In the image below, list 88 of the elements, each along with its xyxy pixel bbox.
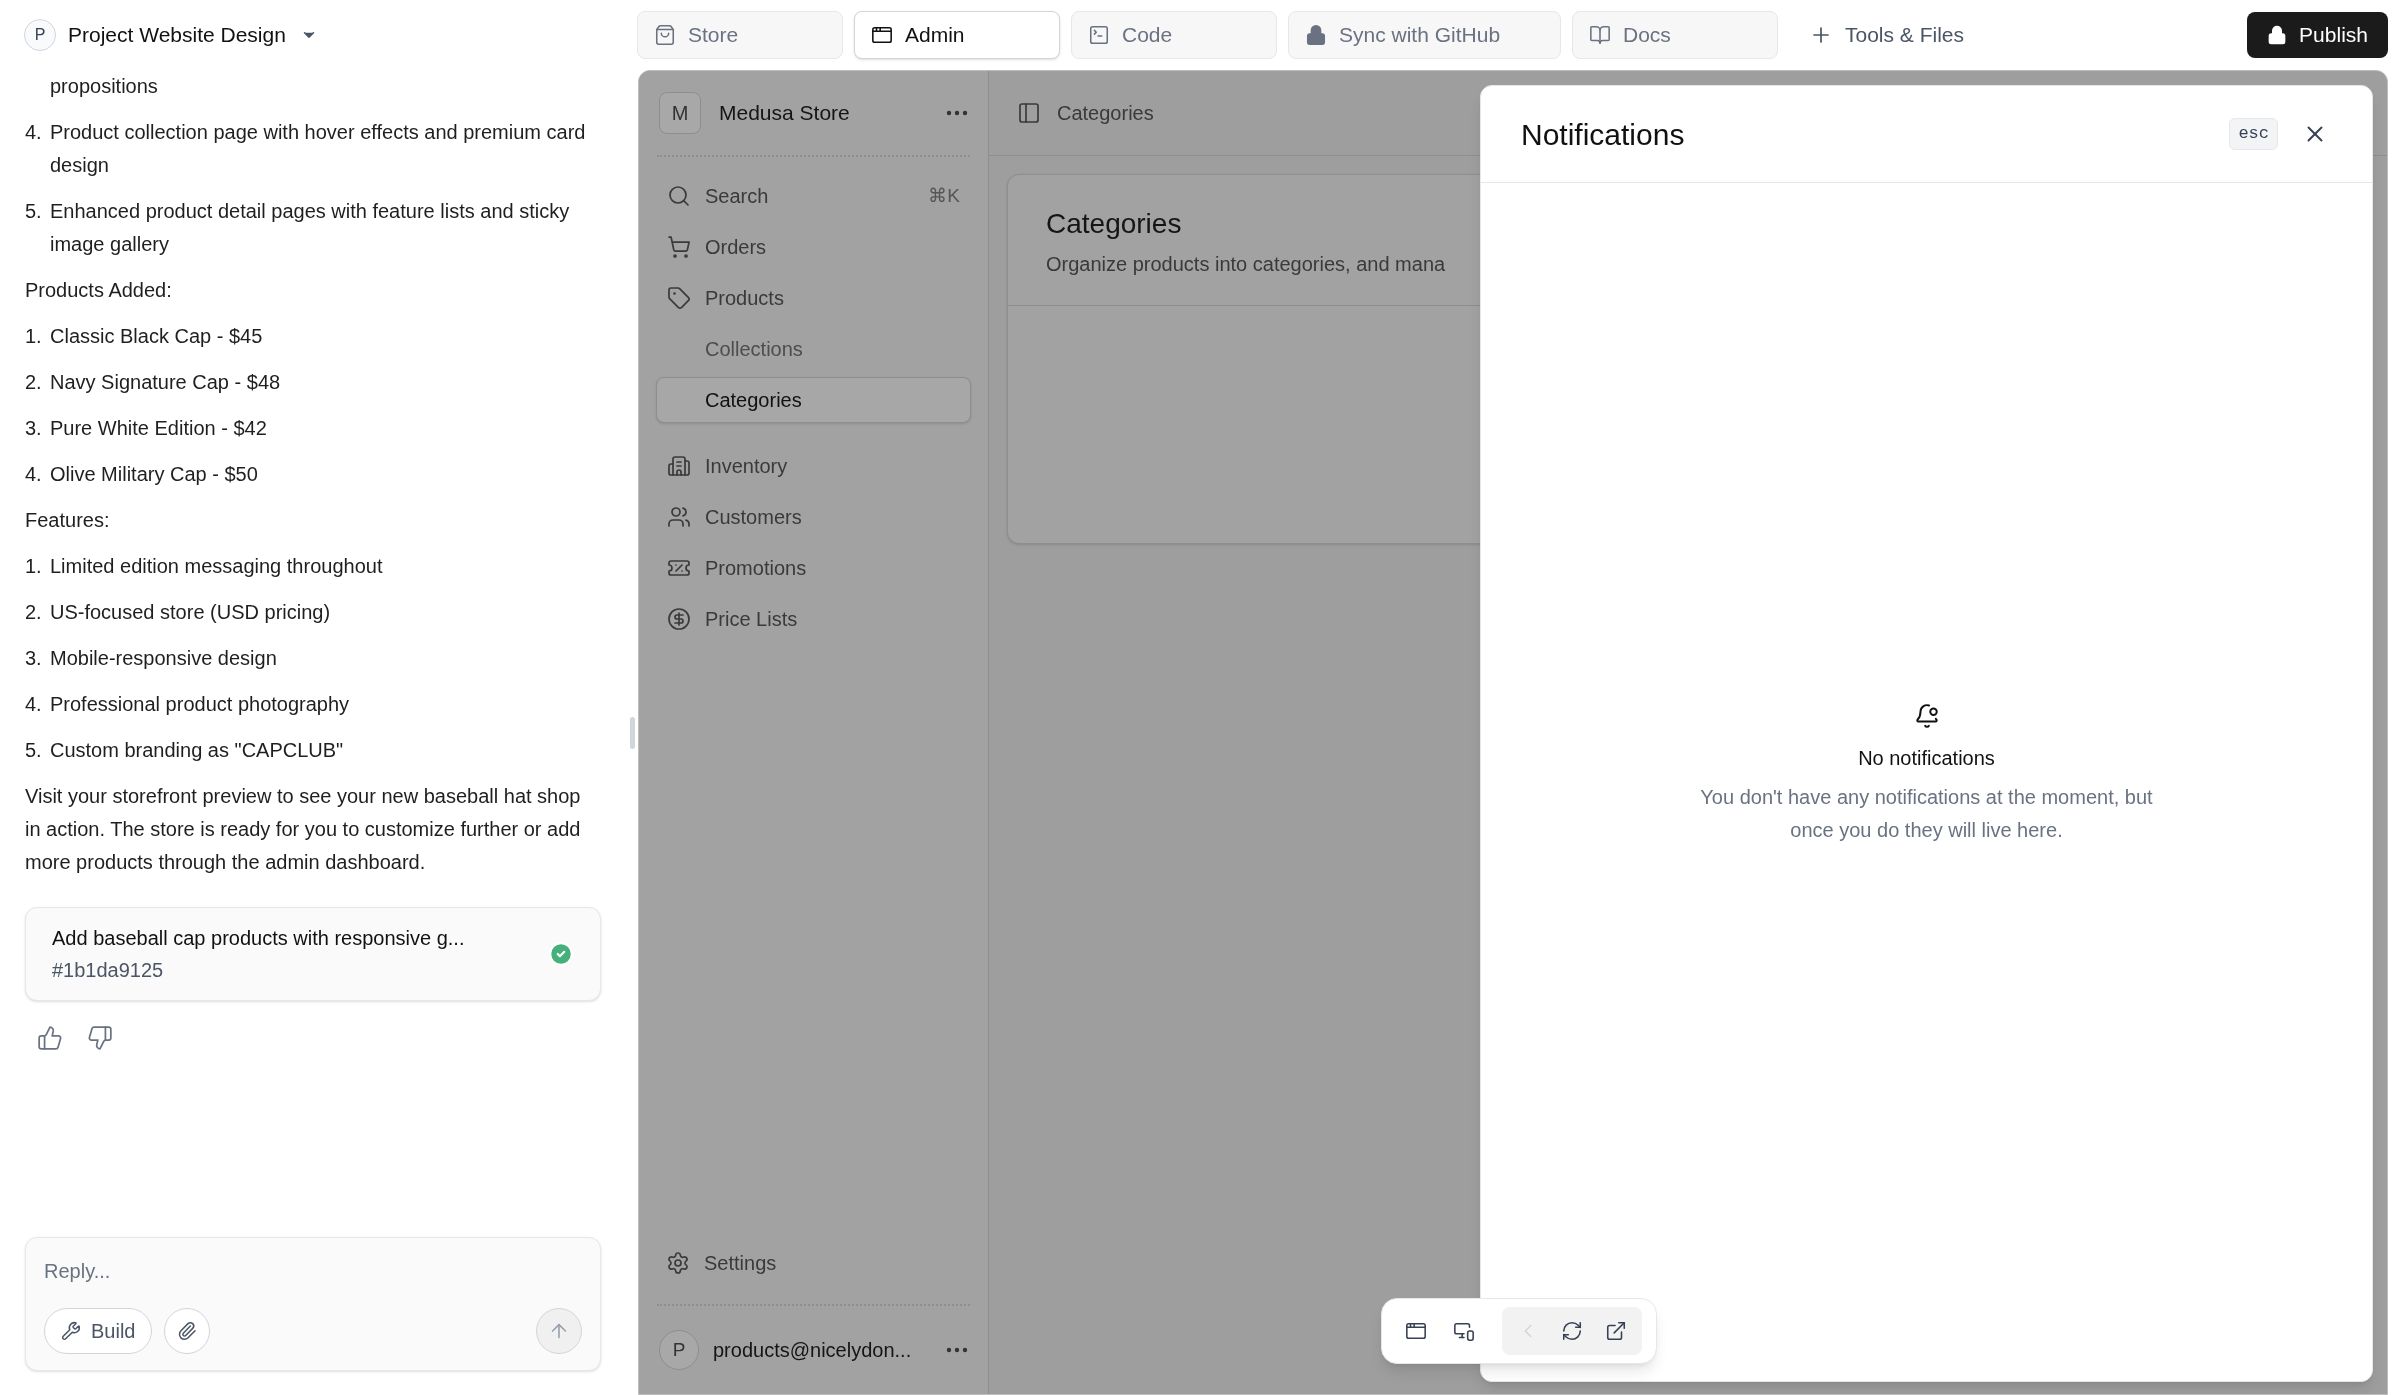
toolbar-tab[interactable]: Sync with GitHub <box>1288 11 1561 59</box>
sidebar-toggle-icon[interactable] <box>1017 101 1041 125</box>
settings-item[interactable]: Settings <box>656 1240 971 1286</box>
store-avatar: M <box>659 92 701 134</box>
list-number: 3. <box>25 646 43 671</box>
list-item-text: Professional product photography <box>50 692 350 717</box>
page-title: Categories <box>1046 207 1183 241</box>
page-subtitle: Organize products into categories, and mana <box>1046 252 1447 277</box>
empty-title: No notifications <box>1858 746 1995 771</box>
lock-icon <box>2267 25 2288 45</box>
sidebar-item[interactable]: Inventory <box>656 443 971 489</box>
list-item-text: Product collection page with hover effects and premium card design <box>50 120 587 178</box>
build-button[interactable]: Build <box>44 1308 153 1354</box>
browser-window-icon <box>1405 1320 1427 1342</box>
refresh-icon <box>1561 1320 1583 1342</box>
breadcrumb[interactable]: Categories <box>1057 98 1154 128</box>
list-item-text: Custom branding as "CAPCLUB" <box>50 738 344 763</box>
toolbar-tab[interactable]: Docs <box>1572 11 1778 59</box>
list-number: 3. <box>25 416 43 441</box>
gear-icon <box>666 1251 690 1275</box>
project-switcher[interactable]: Project Website Design <box>68 19 318 51</box>
nav-icon <box>667 454 691 478</box>
nav-icon <box>667 235 691 259</box>
account-email: products@nicelydon... <box>713 1338 913 1363</box>
list-item-text: Mobile-responsive design <box>50 646 277 671</box>
nav-icon <box>667 286 691 310</box>
resize-handle[interactable] <box>629 716 635 749</box>
project-avatar: P <box>24 19 56 51</box>
toolbar-tab[interactable]: Admin <box>854 11 1060 59</box>
nav-icon <box>667 505 691 529</box>
list-number: 5. <box>25 738 43 763</box>
sidebar-item[interactable]: Search ⌘K <box>656 173 971 219</box>
list-number: 1. <box>25 324 43 349</box>
thumbs-down-button[interactable] <box>85 1023 115 1053</box>
list-item-text: Limited edition messaging throughout <box>50 554 383 579</box>
nav-icon <box>667 184 691 208</box>
thumbs-up-icon <box>37 1025 63 1051</box>
list-number: 4. <box>25 462 43 487</box>
devices-icon <box>1453 1320 1475 1342</box>
nav-icon <box>667 607 691 631</box>
sidebar-item[interactable]: Promotions <box>656 545 971 591</box>
tab-icon <box>1589 24 1611 46</box>
sidebar-item[interactable]: Orders <box>656 224 971 270</box>
bell-icon <box>1913 703 1940 729</box>
toolbar-tab[interactable]: Code <box>1071 11 1277 59</box>
message-paragraph: Visit your storefront preview to see your new baseball hat shop in action. The store is ready for you to customize further or add more products through the admin dashboard. <box>25 784 582 875</box>
list-number: 4. <box>25 120 43 145</box>
thumbs-down-icon <box>87 1025 113 1051</box>
commit-hash: #1b1da9125 <box>52 958 165 983</box>
list-item-text: Classic Black Cap - $45 <box>50 324 263 349</box>
reply-field[interactable]: Reply... <box>44 1256 582 1286</box>
list-item-text: Enhanced product detail pages with feature lists and sticky image gallery <box>50 199 571 257</box>
section-heading: Features: <box>25 508 111 533</box>
tab-icon <box>1305 24 1327 46</box>
tab-icon <box>654 24 676 46</box>
commit-card[interactable]: Add baseball cap products with responsive g... #1b1da9125 <box>25 907 601 1001</box>
tools-files-button[interactable]: Tools & Files <box>1799 11 1975 59</box>
wrench-icon <box>61 1321 81 1341</box>
list-item-text: propositions <box>49 74 159 99</box>
publish-button[interactable]: Publish <box>2247 12 2388 58</box>
list-item-text: US-focused store (USD pricing) <box>50 600 331 625</box>
sidebar-item[interactable]: Collections <box>656 326 971 372</box>
shortcut-hint: ⌘K <box>928 183 960 208</box>
list-number: 2. <box>25 600 43 625</box>
list-item-text: Olive Military Cap - $50 <box>50 462 258 487</box>
tab-icon <box>1088 24 1110 46</box>
list-item-text: Pure White Edition - $42 <box>50 416 267 441</box>
list-number: 5. <box>25 199 43 224</box>
attach-button[interactable] <box>164 1308 211 1354</box>
list-number: 4. <box>25 692 43 717</box>
sidebar-item[interactable]: Products <box>656 275 971 321</box>
store-name: Medusa Store <box>719 100 851 127</box>
account-avatar: P <box>659 1330 699 1370</box>
section-heading: Products Added: <box>25 278 173 303</box>
tab-icon <box>871 24 893 46</box>
empty-description: You don't have any notifications at the moment, but once you do they will live here. <box>1699 785 2154 843</box>
panel-title: Notifications <box>1521 116 1686 153</box>
commit-title: Add baseball cap products with responsive g... <box>52 926 466 951</box>
external-link-icon <box>1605 1320 1627 1342</box>
sidebar-item[interactable]: Categories <box>656 377 971 423</box>
paperclip-icon <box>177 1321 198 1341</box>
sidebar-item[interactable]: Price Lists <box>656 596 971 642</box>
esc-key-hint: esc <box>2229 118 2278 150</box>
list-number: 2. <box>25 370 43 395</box>
list-number: 1. <box>25 554 43 579</box>
sidebar-item[interactable]: Customers <box>656 494 971 540</box>
toolbar-tab[interactable]: Store <box>637 11 843 59</box>
list-item-text: Navy Signature Cap - $48 <box>50 370 281 395</box>
